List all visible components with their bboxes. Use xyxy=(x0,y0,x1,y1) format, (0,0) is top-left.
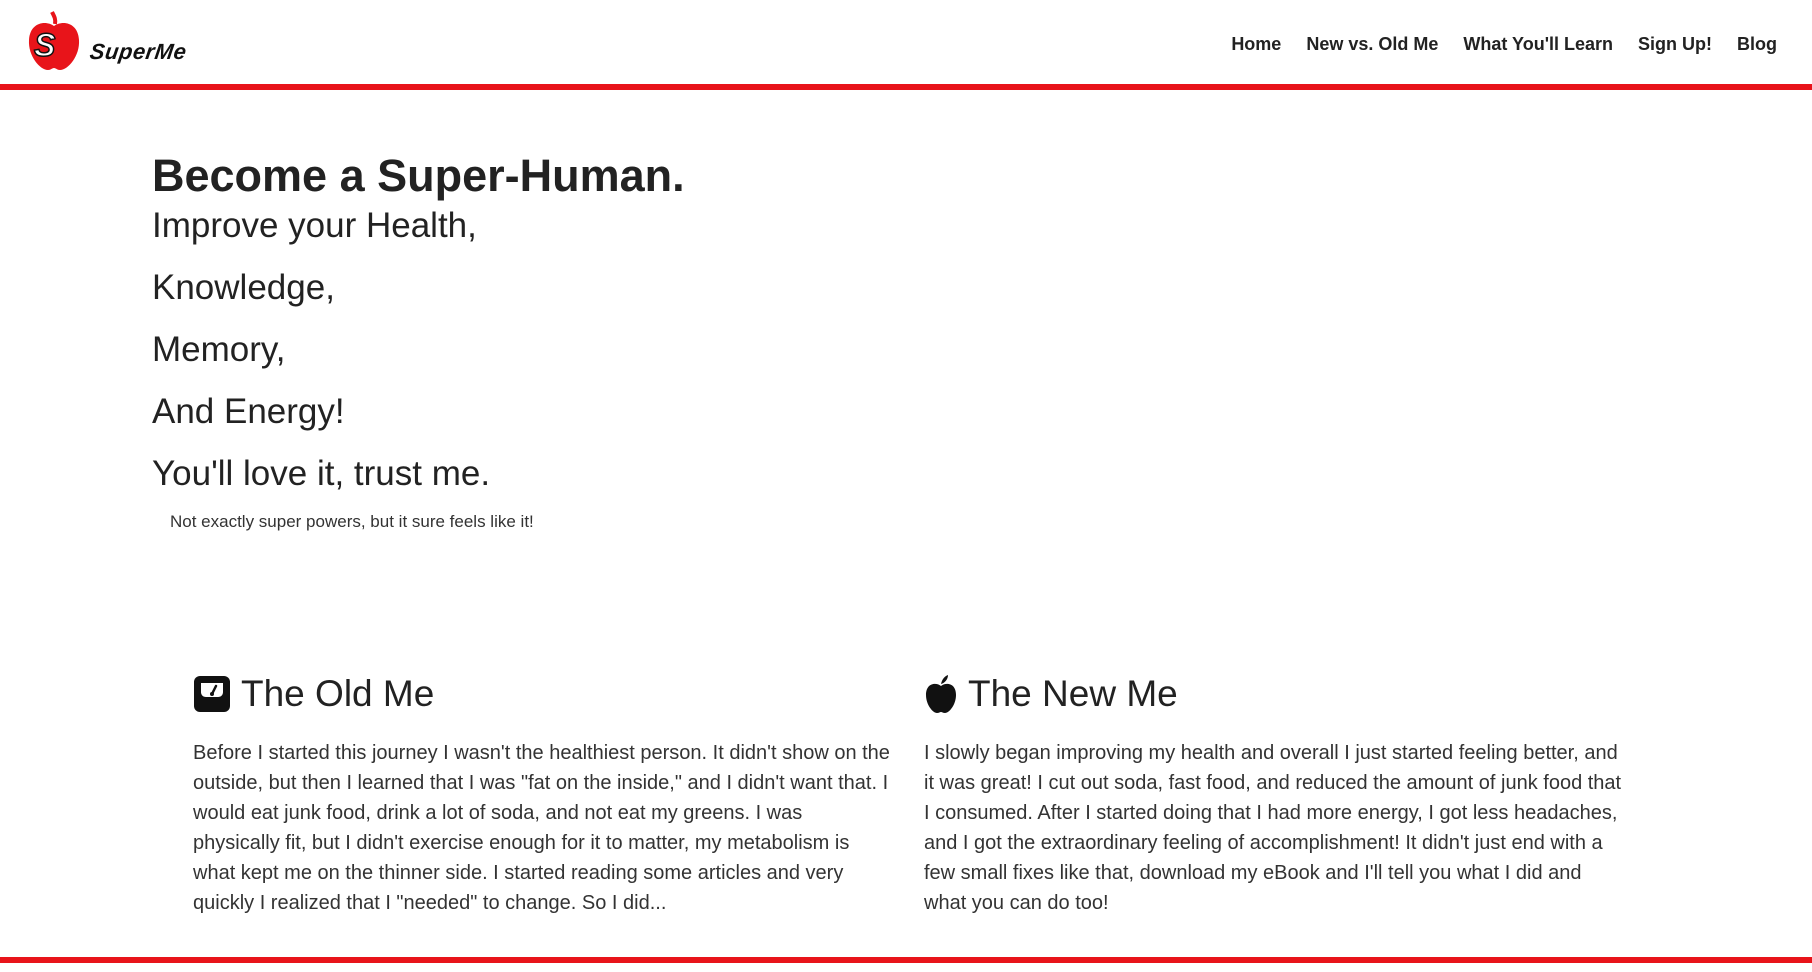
nav-menu: Home New vs. Old Me What You'll Learn Si… xyxy=(1206,34,1777,55)
hero-lines: Improve your Health, Knowledge, Memory, … xyxy=(152,206,1052,494)
hero-section: Become a Super-Human. Improve your Healt… xyxy=(152,148,1052,532)
new-me-section: The New Me I slowly began improving my h… xyxy=(924,668,1624,918)
hero-line: Knowledge, xyxy=(152,268,335,307)
svg-text:S: S xyxy=(34,27,56,63)
nav-home[interactable]: Home xyxy=(1231,34,1281,55)
scale-icon xyxy=(194,676,230,712)
nav-blog[interactable]: Blog xyxy=(1737,34,1777,55)
navbar: S SuperMe Home New vs. Old Me What You'l… xyxy=(0,0,1812,90)
new-me-body: I slowly began improving my health and o… xyxy=(924,742,1622,914)
brand-text: SuperMe xyxy=(88,39,189,64)
old-me-section: The Old Me Before I started this journey… xyxy=(193,668,893,918)
hero-line: Improve your Health, xyxy=(152,206,477,245)
new-me-heading-text: The New Me xyxy=(968,673,1178,714)
old-me-body: Before I started this journey I wasn't t… xyxy=(193,742,890,914)
brand-logo[interactable]: S SuperMe xyxy=(26,10,189,72)
hero-note: Not exactly super powers, but it sure fe… xyxy=(170,512,534,531)
nav-what-youll-learn[interactable]: What You'll Learn xyxy=(1463,34,1613,55)
footer-divider xyxy=(0,957,1812,963)
old-me-heading-text: The Old Me xyxy=(241,673,435,714)
hero-title: Become a Super-Human. xyxy=(152,150,685,201)
page: S SuperMe Home New vs. Old Me What You'l… xyxy=(0,0,1812,972)
new-me-heading: The New Me xyxy=(924,668,1624,720)
nav-new-vs-old-me[interactable]: New vs. Old Me xyxy=(1306,34,1438,55)
hero-line: And Energy! xyxy=(152,392,345,431)
apple-logo-icon: S xyxy=(28,11,80,70)
hero-line: Memory, xyxy=(152,330,286,369)
hero-line: You'll love it, trust me. xyxy=(152,454,491,493)
nav-sign-up[interactable]: Sign Up! xyxy=(1638,34,1712,55)
apple-icon xyxy=(926,675,956,713)
old-me-heading: The Old Me xyxy=(193,668,893,720)
